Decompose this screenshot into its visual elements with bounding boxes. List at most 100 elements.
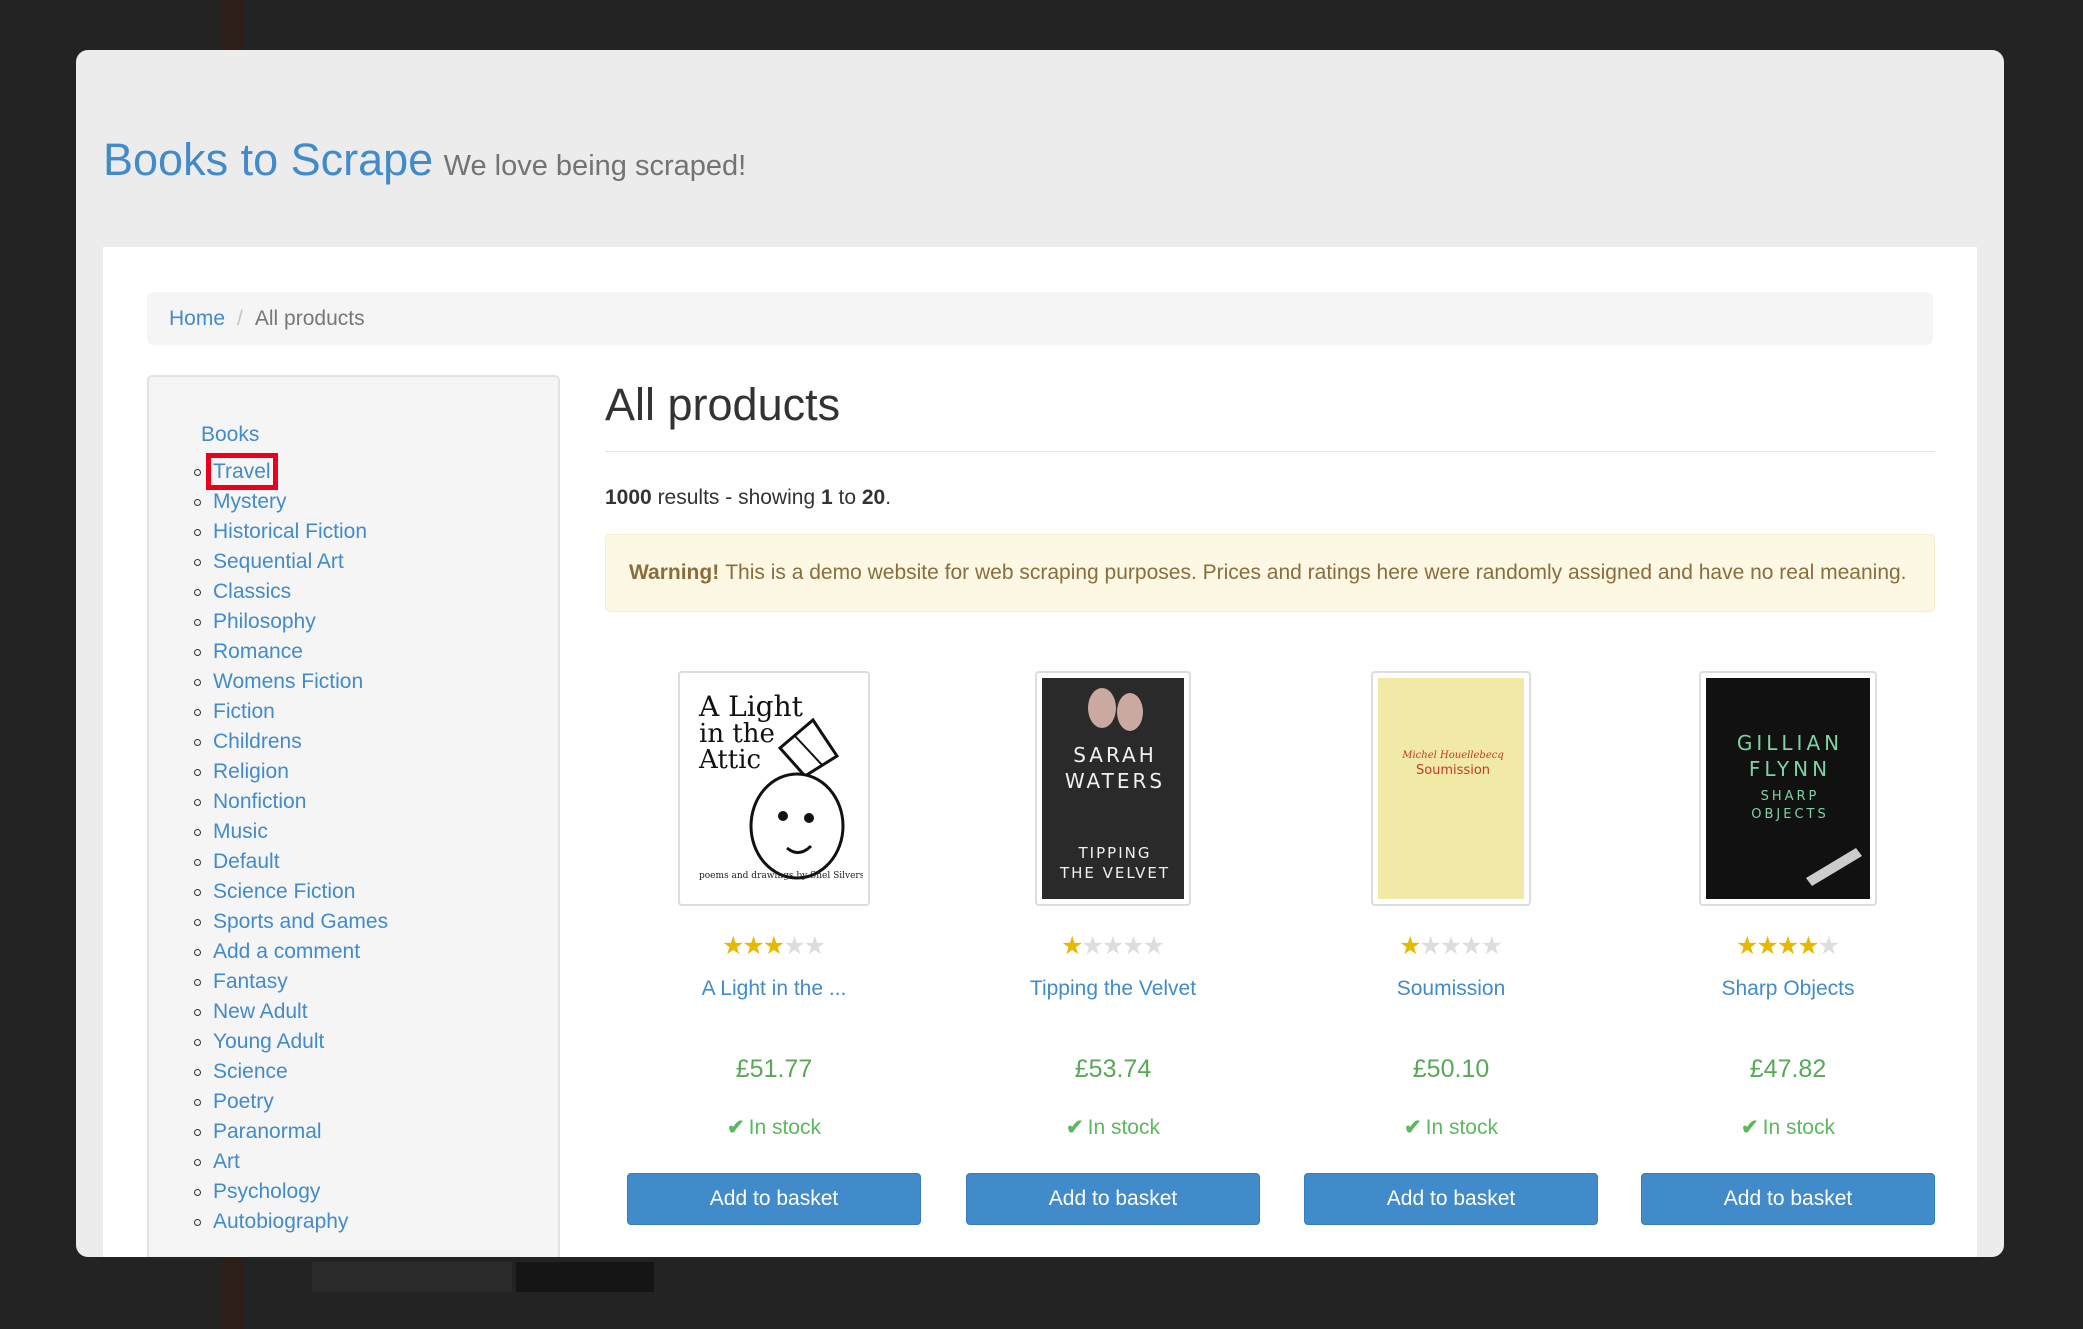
stock-status: ✔ In stock	[1304, 1115, 1598, 1140]
results-text: results - showing	[657, 486, 816, 509]
category-link[interactable]: Poetry	[193, 1087, 388, 1117]
star-icon: ★	[1817, 932, 1841, 960]
product-cover-link[interactable]: A Light in the Attic poems and drawings …	[678, 671, 870, 906]
stock-label: In stock	[1762, 1116, 1835, 1139]
cover-line: WATERS	[1065, 769, 1165, 793]
stock-label: In stock	[1425, 1116, 1498, 1139]
results-to: 20	[861, 486, 886, 509]
category-link[interactable]: Childrens	[193, 727, 388, 757]
star-icon: ★	[1460, 932, 1483, 960]
breadcrumb: Home / All products	[147, 292, 1933, 345]
breadcrumb-current: All products	[254, 306, 365, 330]
category-link[interactable]: Nonfiction	[193, 787, 388, 817]
category-link[interactable]: Womens Fiction	[193, 667, 388, 697]
site-brand-link[interactable]: Books to Scrape	[103, 134, 433, 185]
star-icon: ★	[783, 932, 806, 960]
product-card: GILLIAN FLYNN SHARP OBJECTS ★★★★★ Sharp …	[1641, 671, 1935, 1225]
star-icon: ★	[762, 932, 786, 960]
product-title-link[interactable]: Soumission	[1304, 977, 1598, 1001]
category-link[interactable]: Mystery	[193, 487, 388, 517]
category-link[interactable]: Add a comment	[193, 937, 388, 967]
cover-line: GILLIAN	[1737, 731, 1843, 755]
star-icon: ★	[1419, 932, 1442, 960]
add-to-basket-button[interactable]: Add to basket	[1304, 1173, 1598, 1225]
category-link[interactable]: Fiction	[193, 697, 388, 727]
star-rating: ★★★★★	[966, 932, 1260, 960]
product-price: £47.82	[1749, 1055, 1827, 1083]
category-link[interactable]: Science	[193, 1057, 388, 1087]
warning-alert: Warning! This is a demo website for web …	[605, 534, 1935, 612]
star-icon: ★	[1439, 932, 1463, 960]
results-total: 1000	[605, 486, 652, 509]
product-card: A Light in the Attic poems and drawings …	[627, 671, 921, 1225]
category-sidebar: Books Travel Mystery Historical Fiction Seq…	[147, 375, 560, 1257]
background-bar	[312, 1262, 512, 1292]
stock-status: ✔ In stock	[1641, 1115, 1935, 1140]
check-icon: ✔	[1066, 1116, 1084, 1139]
category-link[interactable]: Young Adult	[193, 1027, 388, 1057]
category-link[interactable]: Autobiography	[193, 1207, 388, 1237]
star-rating: ★★★★★	[1304, 932, 1598, 960]
cover-line: Attic	[698, 745, 761, 775]
star-icon: ★	[1797, 932, 1820, 960]
breadcrumb-home-link[interactable]: Home	[169, 307, 225, 331]
category-link[interactable]: Fantasy	[193, 967, 388, 997]
product-price: £50.10	[1412, 1055, 1490, 1083]
stock-status: ✔ In stock	[627, 1115, 921, 1140]
star-icon: ★	[1122, 932, 1145, 960]
product-cover-link[interactable]: Michel Houellebecq Soumission	[1371, 671, 1531, 906]
category-link[interactable]: Psychology	[193, 1177, 388, 1207]
star-icon: ★	[721, 932, 745, 960]
product-title-link[interactable]: Sharp Objects	[1641, 977, 1935, 1001]
add-to-basket-button[interactable]: Add to basket	[1641, 1173, 1935, 1225]
category-link[interactable]: Classics	[193, 577, 388, 607]
add-to-basket-button[interactable]: Add to basket	[966, 1173, 1260, 1225]
cover-line: Soumission	[1416, 763, 1490, 778]
alert-strong: Warning!	[629, 561, 720, 584]
category-link[interactable]: Religion	[193, 757, 388, 787]
cover-footer: poems and drawings by Shel Silverstein	[699, 871, 863, 881]
highlighted-category[interactable]: Travel	[206, 453, 278, 490]
product-card: SARAH WATERS TIPPING THE VELVET ★★★★★ Ti…	[966, 671, 1260, 1225]
category-link[interactable]: Romance	[193, 637, 388, 667]
category-link[interactable]: Historical Fiction	[193, 517, 388, 547]
category-link[interactable]: Default	[193, 847, 388, 877]
star-icon: ★	[1060, 932, 1084, 960]
velvet-cover-art: SARAH WATERS TIPPING THE VELVET	[1042, 678, 1184, 899]
stock-label: In stock	[748, 1116, 821, 1139]
category-link[interactable]: Science Fiction	[193, 877, 388, 907]
results-to-word: to	[838, 486, 857, 509]
book-cover-image: SARAH WATERS TIPPING THE VELVET	[1042, 678, 1184, 899]
book-cover-image: GILLIAN FLYNN SHARP OBJECTS	[1706, 678, 1870, 899]
category-link[interactable]: Art	[193, 1147, 388, 1177]
product-title-link[interactable]: Tipping the Velvet	[966, 977, 1260, 1001]
category-link[interactable]: Paranormal	[193, 1117, 388, 1147]
cover-line: TIPPING	[1078, 844, 1152, 862]
check-icon: ✔	[1741, 1116, 1759, 1139]
sharp-objects-cover-art: GILLIAN FLYNN SHARP OBJECTS	[1706, 678, 1870, 899]
category-link[interactable]: Sports and Games	[193, 907, 388, 937]
cover-line: SHARP	[1761, 789, 1820, 804]
add-to-basket-button[interactable]: Add to basket	[627, 1173, 921, 1225]
category-link[interactable]: Travel	[193, 453, 388, 490]
product-cover-link[interactable]: GILLIAN FLYNN SHARP OBJECTS	[1699, 671, 1877, 906]
product-price: £53.74	[1074, 1055, 1152, 1083]
star-icon: ★	[1101, 932, 1125, 960]
star-icon: ★	[1480, 932, 1504, 960]
category-link[interactable]: Philosophy	[193, 607, 388, 637]
category-link[interactable]: New Adult	[193, 997, 388, 1027]
browser-window: Books to Scrape We love being scraped! H…	[76, 50, 2004, 1257]
sidebar-books-link[interactable]: Books	[201, 423, 259, 447]
star-icon: ★	[1398, 932, 1422, 960]
page-content: Home / All products Books Travel Mystery H…	[103, 247, 1977, 1257]
breadcrumb-separator: /	[237, 306, 243, 330]
category-link[interactable]: Sequential Art	[193, 547, 388, 577]
product-cover-link[interactable]: SARAH WATERS TIPPING THE VELVET	[1035, 671, 1191, 906]
cover-line: THE VELVET	[1059, 864, 1170, 882]
star-rating: ★★★★★	[1641, 932, 1935, 960]
alert-text: This is a demo website for web scraping …	[725, 561, 1907, 584]
background-bar	[516, 1262, 654, 1292]
category-link[interactable]: Music	[193, 817, 388, 847]
page-title: All products	[605, 379, 841, 430]
product-title-link[interactable]: A Light in the ...	[627, 977, 921, 1001]
